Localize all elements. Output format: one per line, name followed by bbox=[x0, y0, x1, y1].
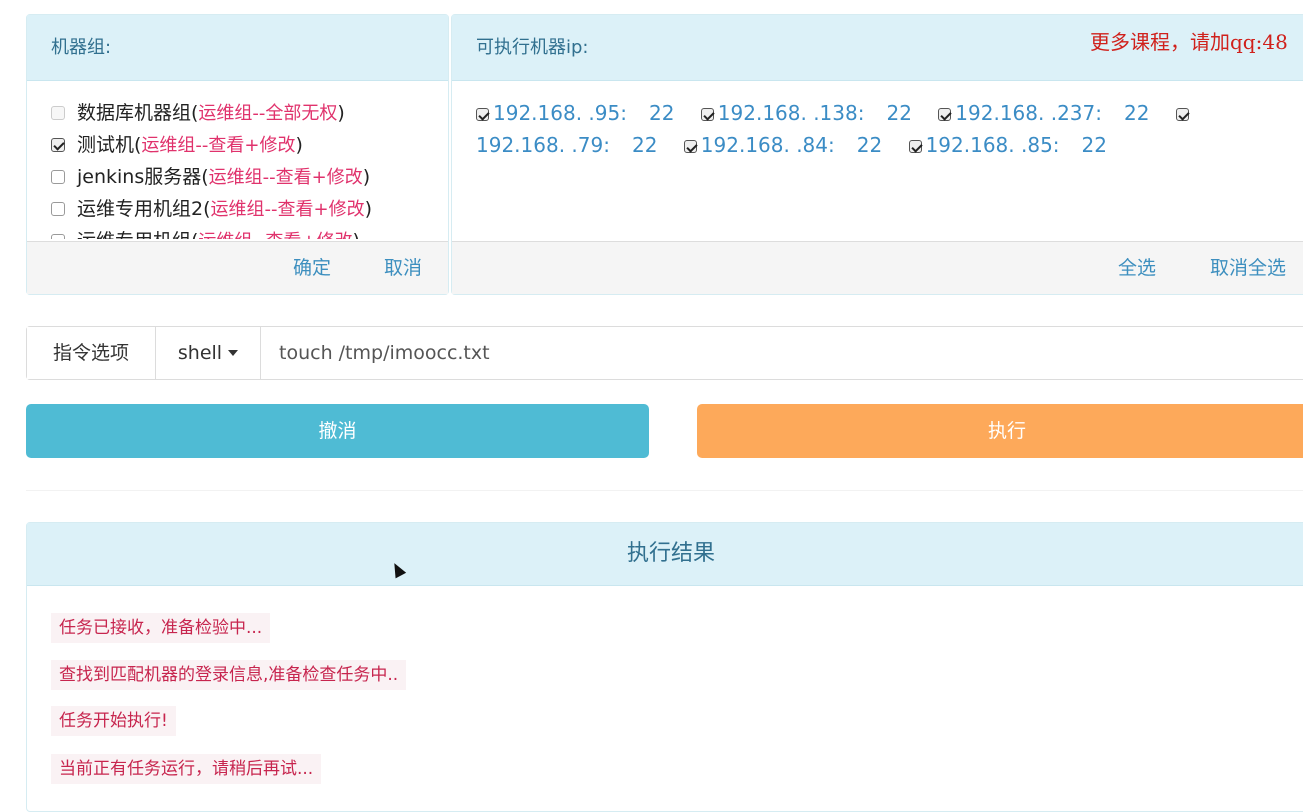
group-item-jenkins: jenkins服务器(运维组--查看+修改) bbox=[51, 161, 451, 193]
ip-address: 192.168. .84: bbox=[700, 133, 835, 157]
checkbox-test-group[interactable] bbox=[51, 138, 65, 152]
ip-address: 192.168. .79: bbox=[476, 133, 610, 157]
checkbox-jenkins-group[interactable] bbox=[51, 170, 65, 184]
command-option-label: 指令选项 bbox=[27, 327, 156, 379]
group-name: 测试机( bbox=[77, 134, 142, 156]
ip-address: 192.168. .85: bbox=[925, 133, 1060, 157]
ip-item[interactable]: 192.168. .79: 22 bbox=[476, 129, 657, 161]
ip-checkbox[interactable] bbox=[476, 108, 489, 121]
group-name: 运维专用机组2( bbox=[77, 198, 211, 220]
ip-address: 192.168. .237: bbox=[955, 101, 1102, 125]
ip-port: 22 bbox=[856, 133, 883, 157]
group-item-database: 数据库机器组(运维组--全部无权) bbox=[51, 97, 451, 129]
log-line: 任务已接收，准备检验中... bbox=[51, 613, 271, 643]
log-line: 查找到匹配机器的登录信息,准备检查任务中.. bbox=[51, 660, 407, 690]
log-line: 任务开始执行! bbox=[51, 706, 176, 736]
confirm-button[interactable]: 确定 bbox=[293, 242, 331, 294]
checkbox-ops-group[interactable] bbox=[51, 234, 65, 239]
ip-panel-footer: 全选 取消全选 bbox=[452, 241, 1303, 294]
deselect-all-button[interactable]: 取消全选 bbox=[1210, 242, 1286, 294]
group-permission: 运维组--查看+修改 bbox=[198, 231, 352, 239]
select-all-button[interactable]: 全选 bbox=[1118, 242, 1156, 294]
ip-address: 192.168. .95: bbox=[493, 101, 627, 125]
command-type-dropdown[interactable]: shell bbox=[156, 327, 261, 379]
ip-checkbox[interactable] bbox=[908, 140, 922, 153]
paren-close: ) bbox=[364, 198, 373, 220]
paren-close: ) bbox=[362, 166, 371, 188]
machine-group-panel: 机器组: 数据库机器组(运维组--全部无权) 测试机(运维组--查看+修改) j… bbox=[26, 14, 449, 295]
watermark-text: 更多课程，请加qq:48 bbox=[1090, 30, 1288, 54]
machine-group-title: 机器组: bbox=[27, 15, 448, 81]
group-item-ops: 运维专用机组(运维组--查看+修改) bbox=[51, 225, 451, 239]
ip-checkbox[interactable] bbox=[1175, 108, 1189, 121]
group-name: jenkins服务器( bbox=[77, 166, 209, 188]
paren-close: ) bbox=[295, 134, 303, 156]
result-title: 执行结果 bbox=[27, 523, 1303, 586]
ip-row: 192.168. .79: 22 192.168. .84: 22 192.168.… bbox=[476, 129, 1303, 161]
cancel-group-button[interactable]: 取消 bbox=[384, 242, 422, 294]
command-type-value: shell bbox=[177, 342, 223, 364]
ip-item[interactable]: 192.168. .95: 22 bbox=[476, 97, 674, 129]
ip-item[interactable] bbox=[1175, 97, 1193, 129]
ip-item[interactable]: 192.168. .85: 22 bbox=[908, 129, 1107, 161]
ip-checkbox[interactable] bbox=[700, 108, 714, 121]
ip-address: 192.168. .138: bbox=[717, 101, 865, 125]
command-input[interactable] bbox=[261, 327, 1303, 379]
ip-row: 192.168. .95: 22 192.168. .138: 22 192.168… bbox=[476, 97, 1303, 129]
caret-down-icon bbox=[228, 350, 239, 356]
checkbox-ops2-group[interactable] bbox=[51, 202, 65, 216]
group-item-ops2: 运维专用机组2(运维组--查看+修改) bbox=[51, 193, 451, 225]
group-permission: 运维组--查看+修改 bbox=[208, 167, 363, 188]
paren-close: ) bbox=[353, 230, 360, 239]
ip-item[interactable]: 192.168. .84: 22 bbox=[683, 129, 883, 161]
machine-group-list[interactable]: 数据库机器组(运维组--全部无权) 测试机(运维组--查看+修改) jenkin… bbox=[51, 97, 451, 239]
undo-button[interactable]: 撤消 bbox=[26, 404, 649, 458]
command-bar: 指令选项 shell bbox=[26, 326, 1303, 380]
group-item-test: 测试机(运维组--查看+修改) bbox=[51, 129, 451, 161]
log-line: 当前正有任务运行，请稍后再试... bbox=[51, 754, 322, 784]
checkbox-database-group[interactable] bbox=[51, 106, 65, 120]
ip-port: 22 bbox=[1081, 133, 1107, 157]
machine-group-footer: 确定 取消 bbox=[27, 241, 448, 294]
ip-checkbox[interactable] bbox=[938, 108, 952, 121]
group-name: 运维专用机组( bbox=[77, 230, 198, 239]
paren-close: ) bbox=[337, 102, 345, 124]
ip-port: 22 bbox=[631, 133, 658, 157]
ip-item[interactable]: 192.168. .138: 22 bbox=[700, 97, 912, 129]
group-permission: 运维组--查看+修改 bbox=[141, 135, 296, 156]
result-panel: 执行结果 任务已接收，准备检验中... 查找到匹配机器的登录信息,准备检查任务中… bbox=[26, 522, 1303, 812]
ip-list: 192.168. .95: 22 192.168. .138: 22 192.168… bbox=[476, 97, 1303, 161]
ip-port: 22 bbox=[886, 101, 912, 125]
divider bbox=[26, 490, 1303, 491]
ip-port: 22 bbox=[1124, 101, 1150, 125]
group-permission: 运维组--查看+修改 bbox=[210, 199, 365, 220]
ip-panel: 可执行机器ip: 192.168. .95: 22 192.168. .138: 2… bbox=[451, 14, 1303, 295]
group-name: 数据库机器组( bbox=[77, 102, 199, 124]
execute-button[interactable]: 执行 bbox=[697, 404, 1303, 458]
ip-checkbox[interactable] bbox=[683, 140, 697, 153]
ip-item[interactable]: 192.168. .237: 22 bbox=[938, 97, 1149, 129]
ip-port: 22 bbox=[648, 101, 675, 125]
group-permission: 运维组--全部无权 bbox=[198, 103, 338, 124]
